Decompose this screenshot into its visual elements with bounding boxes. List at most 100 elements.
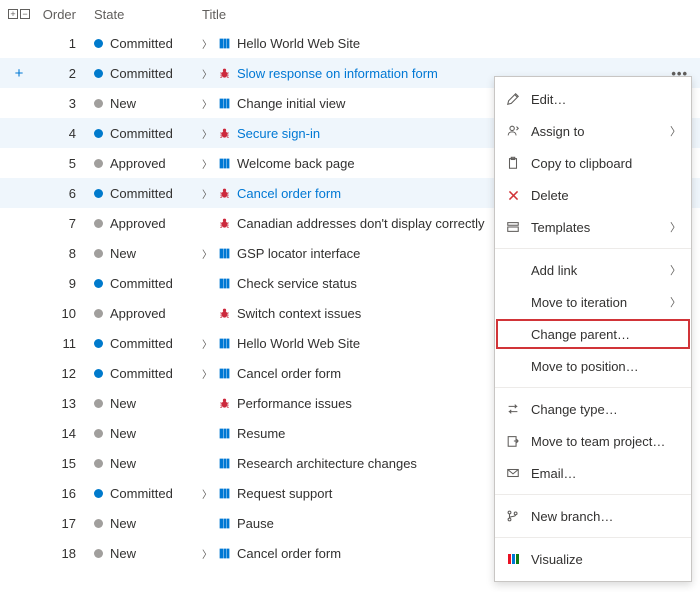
chevron-right-icon[interactable]: 〉 <box>202 96 212 111</box>
chevron-right-icon[interactable]: 〉 <box>202 36 212 51</box>
column-header-state[interactable]: State <box>90 7 200 22</box>
chevron-right-icon[interactable]: 〉 <box>202 156 212 171</box>
cell-state: New <box>90 545 200 561</box>
cell-order: 1 <box>38 36 90 51</box>
menu-visualize[interactable]: Visualize <box>495 543 691 575</box>
cell-state: Approved <box>90 155 200 171</box>
cell-order: 7 <box>38 216 90 231</box>
state-label: Committed <box>110 276 173 291</box>
menu-assign-to[interactable]: Assign to 〉 <box>495 115 691 147</box>
cell-order: 5 <box>38 156 90 171</box>
work-item-title[interactable]: Canadian addresses don't display correct… <box>237 216 484 231</box>
chevron-right-icon[interactable]: 〉 <box>202 186 212 201</box>
cell-order: 17 <box>38 516 90 531</box>
chevron-right-icon[interactable]: 〉 <box>202 336 212 351</box>
table-row[interactable]: +1Committed〉Hello World Web Site <box>0 28 700 58</box>
visualize-icon <box>505 554 521 564</box>
cell-order: 16 <box>38 486 90 501</box>
work-item-title[interactable]: Research architecture changes <box>237 456 417 471</box>
state-label: Committed <box>110 336 173 351</box>
pbi-icon <box>218 427 231 440</box>
menu-change-type[interactable]: Change type… <box>495 393 691 425</box>
state-dot-icon <box>94 219 103 228</box>
chevron-right-icon[interactable]: 〉 <box>202 66 212 81</box>
state-dot-icon <box>94 159 103 168</box>
pbi-icon <box>218 547 231 560</box>
cell-order: 4 <box>38 126 90 141</box>
menu-move-team-project[interactable]: Move to team project… <box>495 425 691 457</box>
cell-order: 6 <box>38 186 90 201</box>
cell-order: 15 <box>38 456 90 471</box>
expand-all-icon: + <box>8 9 18 19</box>
menu-email[interactable]: Email… <box>495 457 691 489</box>
work-item-title[interactable]: Welcome back page <box>237 156 355 171</box>
pencil-icon <box>505 92 521 106</box>
state-label: Approved <box>110 156 166 171</box>
menu-move-iteration[interactable]: Move to iteration 〉 <box>495 286 691 318</box>
cell-order: 3 <box>38 96 90 111</box>
work-item-title[interactable]: Cancel order form <box>237 186 341 201</box>
cell-state: Committed <box>90 485 200 501</box>
cell-state: Approved <box>90 305 200 321</box>
work-item-title[interactable]: Secure sign-in <box>237 126 320 141</box>
cell-state: Committed <box>90 65 200 81</box>
work-item-title[interactable]: Cancel order form <box>237 546 341 561</box>
menu-move-position[interactable]: Move to position… <box>495 350 691 382</box>
work-item-title[interactable]: Request support <box>237 486 332 501</box>
work-item-title[interactable]: Pause <box>237 516 274 531</box>
bug-icon <box>218 127 231 140</box>
menu-add-link[interactable]: Add link 〉 <box>495 254 691 286</box>
pbi-icon <box>218 367 231 380</box>
state-dot-icon <box>94 369 103 378</box>
bug-icon <box>218 307 231 320</box>
work-item-title[interactable]: Change initial view <box>237 96 345 111</box>
state-dot-icon <box>94 69 103 78</box>
state-dot-icon <box>94 399 103 408</box>
expand-collapse-all[interactable]: + − <box>0 9 38 19</box>
pbi-icon <box>218 487 231 500</box>
cell-state: New <box>90 395 200 411</box>
menu-separator <box>495 494 691 495</box>
state-label: Committed <box>110 36 173 51</box>
chevron-right-icon[interactable]: 〉 <box>202 546 212 561</box>
work-item-title[interactable]: GSP locator interface <box>237 246 360 261</box>
state-label: New <box>110 516 136 531</box>
work-item-title[interactable]: Check service status <box>237 276 357 291</box>
state-label: Committed <box>110 486 173 501</box>
menu-templates[interactable]: Templates 〉 <box>495 211 691 243</box>
state-label: Committed <box>110 126 173 141</box>
chevron-right-icon[interactable]: 〉 <box>202 246 212 261</box>
work-item-title[interactable]: Hello World Web Site <box>237 36 360 51</box>
state-dot-icon <box>94 279 103 288</box>
menu-change-parent[interactable]: Change parent… <box>495 318 691 350</box>
clipboard-icon <box>505 156 521 170</box>
work-item-title[interactable]: Slow response on information form <box>237 66 438 81</box>
work-item-title[interactable]: Cancel order form <box>237 366 341 381</box>
column-header-order[interactable]: Order <box>38 7 90 22</box>
cell-order: 11 <box>38 336 90 351</box>
bug-icon <box>218 187 231 200</box>
work-item-title[interactable]: Resume <box>237 426 285 441</box>
state-dot-icon <box>94 189 103 198</box>
work-item-title[interactable]: Switch context issues <box>237 306 361 321</box>
cell-state: Committed <box>90 185 200 201</box>
menu-new-branch[interactable]: New branch… <box>495 500 691 532</box>
menu-copy[interactable]: Copy to clipboard <box>495 147 691 179</box>
chevron-right-icon[interactable]: 〉 <box>202 366 212 381</box>
cell-state: Committed <box>90 275 200 291</box>
mail-icon <box>505 466 521 480</box>
add-row-button[interactable]: + <box>0 65 38 82</box>
column-header-title[interactable]: Title <box>200 7 700 22</box>
menu-edit[interactable]: Edit… <box>495 83 691 115</box>
chevron-right-icon[interactable]: 〉 <box>202 126 212 141</box>
state-label: New <box>110 96 136 111</box>
menu-separator <box>495 248 691 249</box>
state-dot-icon <box>94 99 103 108</box>
work-item-title[interactable]: Hello World Web Site <box>237 336 360 351</box>
work-item-title[interactable]: Performance issues <box>237 396 352 411</box>
menu-delete[interactable]: Delete <box>495 179 691 211</box>
state-dot-icon <box>94 519 103 528</box>
table-header: + − Order State Title <box>0 0 700 28</box>
context-menu: Edit… Assign to 〉 Copy to clipboard Dele… <box>494 76 692 582</box>
chevron-right-icon[interactable]: 〉 <box>202 486 212 501</box>
